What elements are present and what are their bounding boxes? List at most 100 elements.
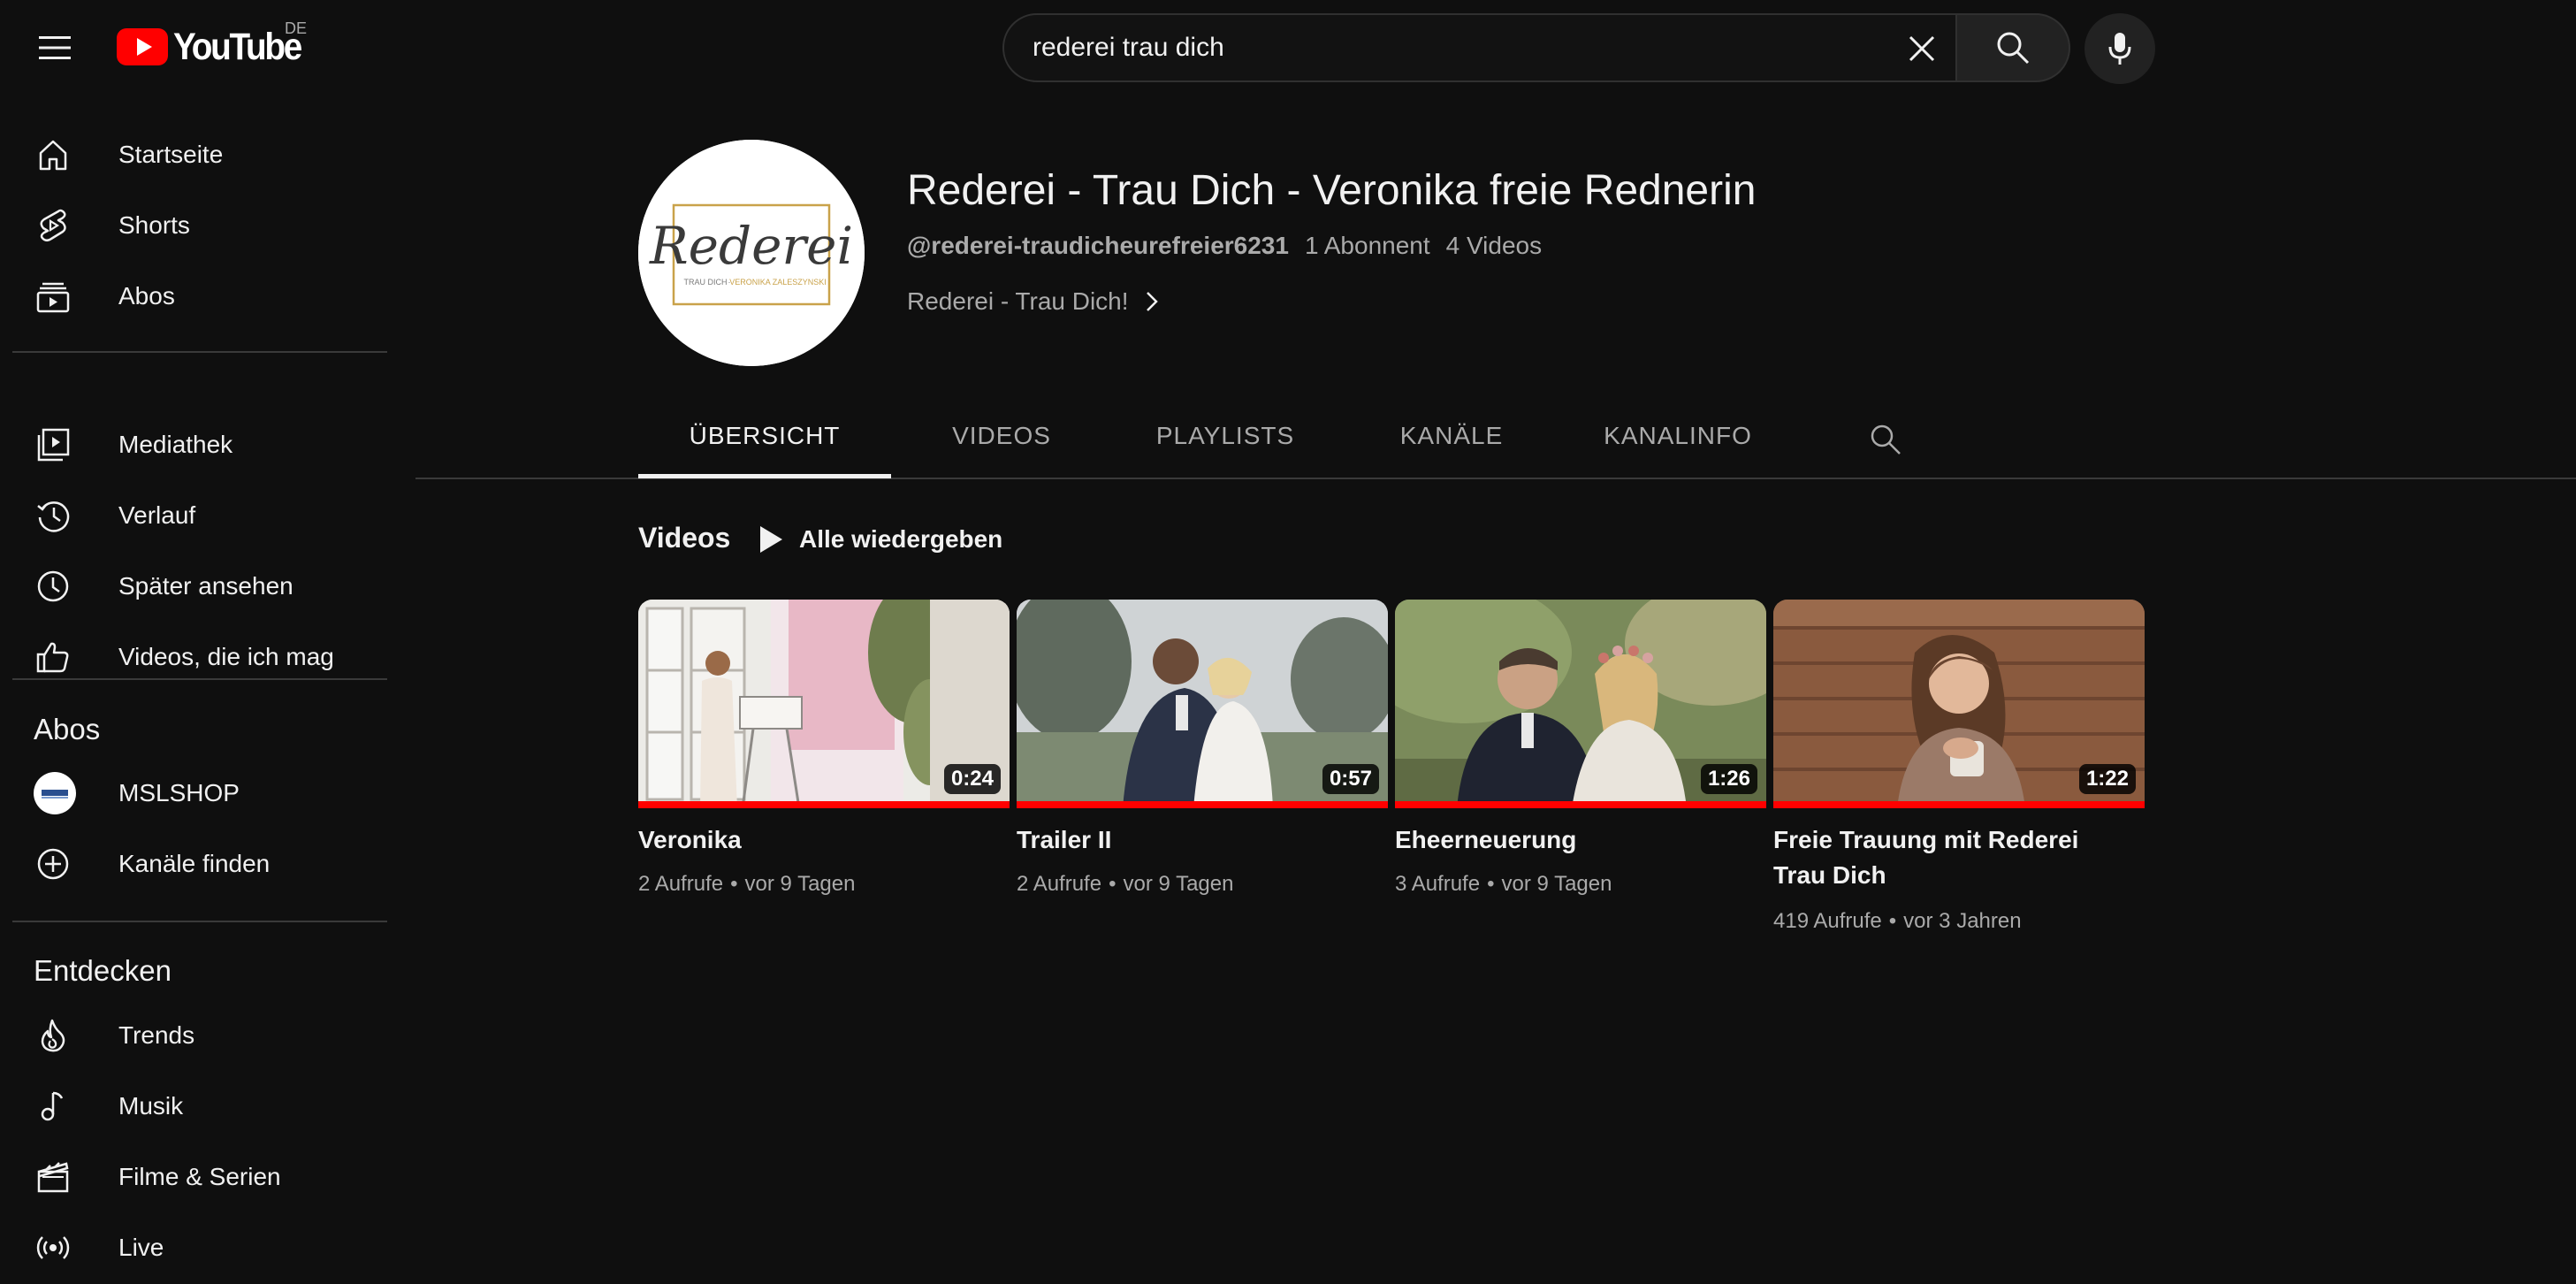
watch-progress-bar	[1395, 801, 1766, 808]
video-title[interactable]: Eheerneuerung	[1395, 822, 1757, 858]
sidebar-item-live[interactable]: Live	[12, 1212, 375, 1283]
sidebar-item-filme-serien[interactable]: Filme & Serien	[12, 1142, 375, 1212]
sidebar-item-abos[interactable]: Abos	[12, 261, 375, 332]
watch-progress-bar	[1017, 801, 1388, 808]
video-title[interactable]: Veronika	[638, 822, 1001, 858]
home-icon	[35, 137, 71, 172]
tab-kanaele[interactable]: KANÄLE	[1338, 407, 1565, 478]
video-title[interactable]: Trailer II	[1017, 822, 1379, 858]
video-age: vor 9 Tagen	[1501, 872, 1612, 896]
clear-search-button[interactable]	[1897, 24, 1947, 73]
channel-name: Rederei - Trau Dich - Veronika freie Red…	[907, 167, 1757, 214]
video-thumbnail[interactable]: 1:26	[1395, 600, 1766, 808]
sidebar: Startseite Shorts Abos Mediathek Verlauf…	[0, 94, 389, 1284]
close-icon	[1909, 35, 1935, 62]
play-all-button[interactable]: Alle wiedergeben	[758, 515, 1002, 564]
watch-progress-bar	[638, 801, 1010, 808]
video-views: 3 Aufrufe	[1395, 872, 1481, 896]
search-box	[1002, 13, 1957, 82]
shelf-title: Videos	[638, 522, 731, 554]
tab-kanalinfo[interactable]: KANALINFO	[1565, 407, 1791, 478]
shorts-icon	[35, 208, 71, 243]
sidebar-item-label: Startseite	[118, 141, 224, 168]
video-thumbnail[interactable]: 1:22	[1773, 600, 2145, 808]
video-meta: 419 Aufrufe • vor 3 Jahren	[1773, 909, 2022, 933]
like-icon	[35, 639, 71, 675]
movies-icon	[35, 1159, 71, 1195]
youtube-play-logo-icon	[117, 28, 168, 65]
video-duration: 0:57	[1322, 764, 1379, 794]
sidebar-item-label: Mediathek	[118, 431, 233, 458]
sidebar-item-spaeter-ansehen[interactable]: Später ansehen	[12, 551, 375, 622]
sidebar-divider	[12, 678, 387, 680]
history-icon	[35, 498, 71, 533]
youtube-logo[interactable]: YouTube DE	[117, 19, 315, 69]
search-input[interactable]	[1033, 15, 1828, 80]
sidebar-item-mediathek[interactable]: Mediathek	[12, 409, 375, 480]
add-circle-icon	[35, 846, 71, 882]
video-thumbnail[interactable]: 0:24	[638, 600, 1010, 808]
sidebar-item-musik[interactable]: Musik	[12, 1071, 375, 1142]
sidebar-item-verlauf[interactable]: Verlauf	[12, 480, 375, 551]
sidebar-item-label: Musik	[118, 1092, 184, 1120]
voice-search-button[interactable]	[2084, 13, 2155, 84]
video-count: 4 Videos	[1445, 232, 1543, 259]
tab-playlists[interactable]: PLAYLISTS	[1112, 407, 1338, 478]
sidebar-item-label: Abos	[118, 282, 175, 310]
video-thumbnail[interactable]: 0:57	[1017, 600, 1388, 808]
sidebar-section-heading: Entdecken	[34, 954, 171, 987]
video-views: 419 Aufrufe	[1773, 909, 1882, 933]
video-views: 2 Aufrufe	[1017, 872, 1102, 896]
video-meta: 3 Aufrufe • vor 9 Tagen	[1395, 872, 1612, 896]
tab-videos[interactable]: VIDEOS	[891, 407, 1112, 478]
rederei-logo: Rederei TRAU DICH · VERONIKA ZALESZYNSKI	[638, 140, 865, 366]
sidebar-item-label: Trends	[118, 1021, 195, 1049]
sidebar-item-label: Live	[118, 1234, 164, 1261]
channel-avatar[interactable]: Rederei TRAU DICH · VERONIKA ZALESZYNSKI	[638, 140, 865, 366]
microphone-icon	[2108, 33, 2131, 65]
sidebar-item-liked-videos[interactable]: Videos, die ich mag	[12, 622, 375, 692]
search-button[interactable]	[1957, 13, 2070, 82]
video-duration: 0:24	[943, 764, 1001, 794]
sidebar-item-label: Videos, die ich mag	[118, 643, 334, 670]
video-views: 2 Aufrufe	[638, 872, 724, 896]
music-icon	[35, 1089, 71, 1124]
live-icon	[35, 1230, 71, 1265]
sidebar-item-label: Filme & Serien	[118, 1163, 281, 1190]
region-code: DE	[285, 19, 308, 37]
video-title[interactable]: Freie Trauung mit Rederei Trau Dich	[1773, 822, 2136, 893]
video-meta: 2 Aufrufe • vor 9 Tagen	[638, 872, 856, 896]
logo-script-text: Rederei	[649, 216, 853, 276]
video-age: vor 9 Tagen	[744, 872, 856, 896]
channel-search-button[interactable]	[1863, 417, 1908, 462]
subscriber-count: 1 Abonnent	[1304, 232, 1430, 259]
menu-button[interactable]	[34, 27, 76, 69]
sidebar-item-startseite[interactable]: Startseite	[12, 119, 375, 190]
active-tab-indicator	[638, 474, 891, 478]
channel-link-text: Rederei - Trau Dich!	[907, 287, 1129, 315]
library-icon	[35, 427, 71, 462]
video-age: vor 9 Tagen	[1123, 872, 1234, 896]
sidebar-item-kanaele-finden[interactable]: Kanäle finden	[12, 829, 375, 899]
tab-uebersicht[interactable]: ÜBERSICHT	[638, 407, 891, 478]
channel-about-link[interactable]: Rederei - Trau Dich!	[907, 287, 1159, 316]
sidebar-divider	[12, 351, 387, 353]
chevron-right-icon	[1146, 292, 1158, 311]
sidebar-item-mslshop[interactable]: MSLSHOP	[12, 758, 375, 829]
video-age: vor 3 Jahren	[1903, 909, 2022, 933]
video-duration: 1:22	[2078, 764, 2136, 794]
sidebar-item-shorts[interactable]: Shorts	[12, 190, 375, 261]
sidebar-item-label: MSLSHOP	[118, 779, 240, 806]
sidebar-item-trends[interactable]: Trends	[12, 1000, 375, 1071]
trending-icon	[35, 1018, 71, 1053]
hamburger-icon	[39, 36, 71, 59]
sidebar-divider	[12, 921, 387, 922]
subscriptions-icon	[35, 279, 71, 314]
play-all-label: Alle wiedergeben	[799, 525, 1003, 553]
sidebar-section-heading: Abos	[34, 713, 101, 745]
channel-avatar	[34, 772, 76, 814]
logo-subtitle-left: TRAU DICH	[684, 278, 728, 287]
sidebar-item-label: Verlauf	[118, 501, 196, 529]
search-icon	[1997, 32, 2030, 65]
search-icon	[1871, 424, 1901, 455]
